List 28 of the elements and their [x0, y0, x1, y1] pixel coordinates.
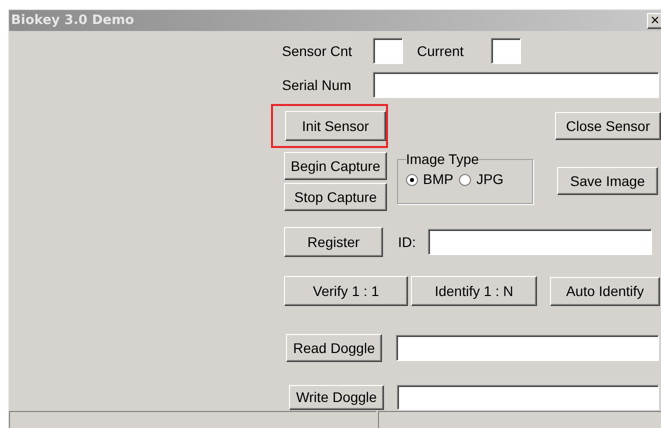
radio-button[interactable]	[459, 174, 472, 186]
radio-option[interactable]: BMP	[406, 169, 454, 190]
radio-option[interactable]: JPG	[459, 169, 504, 190]
button[interactable]: Verify 1 : 1	[284, 276, 408, 306]
input-field[interactable]	[396, 335, 659, 361]
button[interactable]: Init Sensor	[285, 111, 386, 141]
input-field[interactable]	[373, 38, 403, 64]
input-field[interactable]	[428, 229, 652, 255]
button[interactable]: Save Image	[557, 167, 658, 195]
button[interactable]: Identify 1 : N	[411, 276, 537, 306]
button[interactable]: Register	[284, 227, 383, 257]
button[interactable]: Stop Capture	[284, 183, 387, 211]
close-button[interactable]: ×	[647, 12, 661, 28]
serial-number-label: Serial Num	[282, 76, 352, 94]
button[interactable]: Write Doggle	[289, 385, 384, 410]
id-label: ID:	[398, 232, 417, 252]
button[interactable]: Read Doggle	[286, 334, 382, 362]
current-label: Current	[417, 42, 465, 60]
sensor-count-label: Sensor Cnt	[282, 42, 354, 60]
button[interactable]: Auto Identify	[550, 276, 660, 306]
image-type-label: Image Type	[406, 151, 479, 167]
input-field[interactable]	[491, 38, 521, 64]
input-field[interactable]	[397, 385, 659, 410]
window-title: Biokey 3.0 Demo	[11, 12, 134, 30]
button[interactable]: Begin Capture	[284, 152, 387, 180]
input-field[interactable]	[373, 72, 659, 98]
radio-button[interactable]	[406, 174, 418, 186]
button[interactable]: Close Sensor	[555, 112, 661, 140]
